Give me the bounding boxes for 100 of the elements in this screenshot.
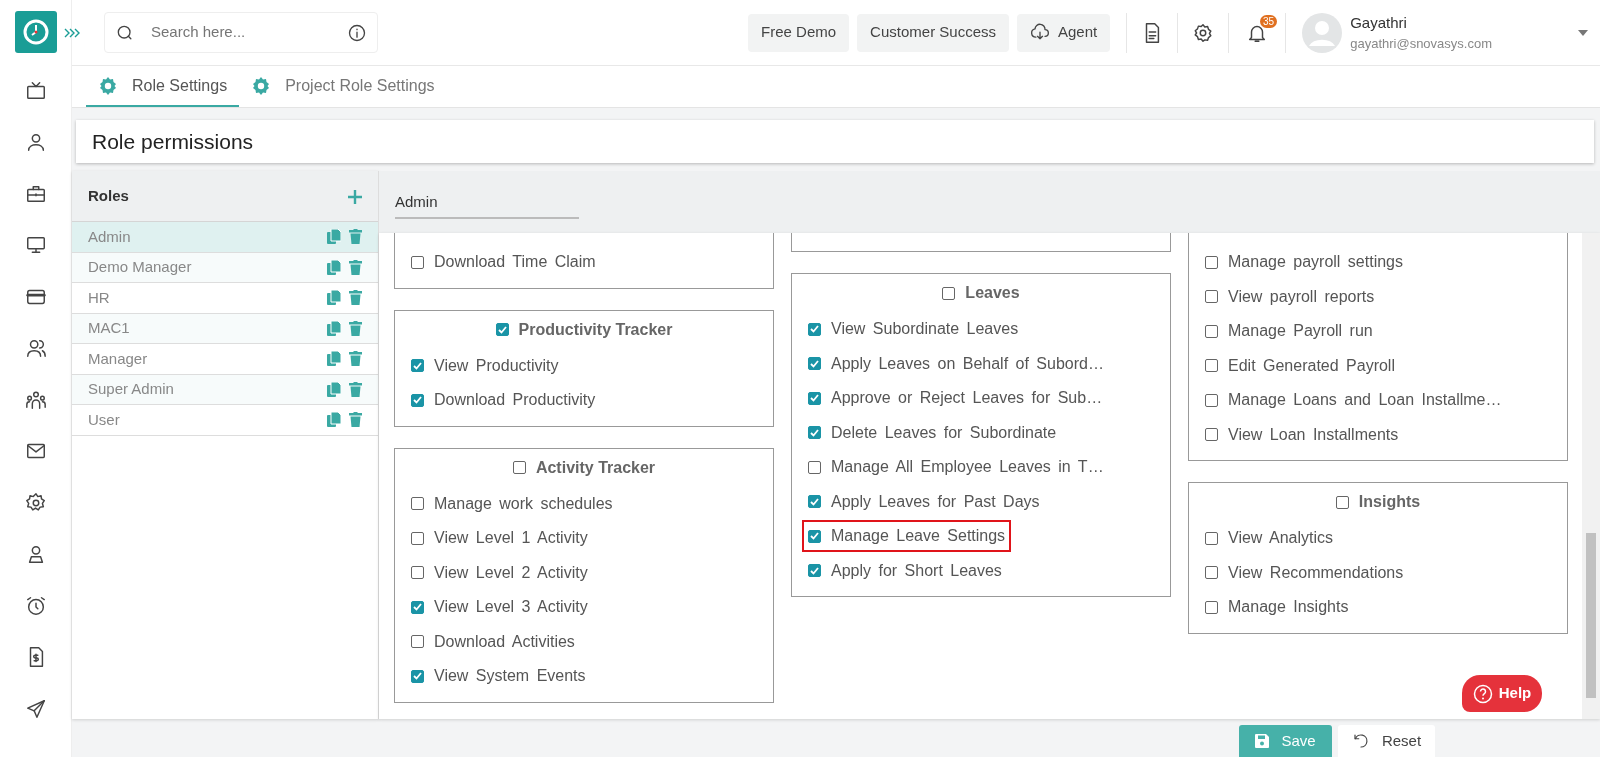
checkbox[interactable]	[1205, 290, 1218, 304]
checkbox[interactable]	[512, 461, 526, 474]
checkbox[interactable]	[1205, 359, 1218, 373]
info-icon[interactable]	[347, 23, 367, 44]
floppy-icon	[1255, 734, 1270, 748]
permission-label: Manage work schedules	[434, 493, 613, 514]
permission-label: View System Events	[434, 666, 586, 687]
group-title: Insights	[1358, 492, 1421, 512]
permission-label: Manage Loans and Loan Installme…	[1228, 390, 1502, 411]
checkbox[interactable]	[808, 564, 821, 578]
send-icon[interactable]	[24, 697, 47, 720]
checkbox[interactable]	[411, 635, 424, 649]
role-row[interactable]: Demo Manager	[72, 252, 378, 283]
checkbox[interactable]	[808, 357, 821, 371]
checkbox[interactable]	[1335, 495, 1349, 509]
checkbox[interactable]	[1205, 566, 1218, 580]
role-row[interactable]: Super Admin	[72, 374, 378, 405]
gear-icon	[251, 75, 272, 96]
permission-label: Manage Leave Settings	[831, 526, 1006, 547]
logo-icon[interactable]	[14, 11, 57, 53]
trash-icon[interactable]	[349, 320, 362, 336]
permission-label: Download Productivity	[434, 390, 596, 411]
trash-icon[interactable]	[349, 290, 362, 306]
reset-button[interactable]: Reset	[1338, 725, 1435, 757]
tv-icon[interactable]	[24, 79, 47, 102]
copy-icon[interactable]	[327, 290, 341, 306]
users-icon[interactable]	[24, 337, 47, 360]
checkbox[interactable]	[808, 391, 821, 405]
permission-label: Manage Insights	[1228, 597, 1349, 618]
permission-label: View Level 1 Activity	[434, 528, 588, 549]
checkbox[interactable]	[411, 531, 424, 545]
panel-title: Roles	[88, 185, 129, 206]
permission-label: Delete Leaves for Subordinate	[831, 422, 1057, 443]
checkbox[interactable]	[1205, 600, 1218, 614]
permission-label: Download Activities	[434, 631, 575, 652]
copy-icon[interactable]	[327, 320, 341, 336]
checkbox[interactable]	[411, 497, 424, 511]
settings-icon[interactable]	[24, 491, 47, 514]
checkbox[interactable]	[411, 566, 424, 580]
trash-icon[interactable]	[349, 412, 362, 428]
permission-label: Manage payroll settings	[1228, 252, 1403, 273]
header-button[interactable]: Free Demo	[748, 13, 850, 52]
checkbox[interactable]	[808, 495, 821, 509]
help-icon	[1472, 683, 1493, 704]
trash-icon[interactable]	[349, 381, 362, 397]
permission-label: View Loan Installments	[1228, 424, 1399, 445]
copy-icon[interactable]	[327, 229, 341, 245]
page-title: Role permissions	[76, 120, 1594, 163]
agent-button[interactable]: Agent	[1017, 13, 1111, 52]
checkbox[interactable]	[1205, 255, 1218, 269]
role-row[interactable]: Manager	[72, 344, 378, 375]
permission-label: View Recommendations	[1228, 562, 1404, 583]
checkbox[interactable]	[942, 286, 956, 300]
caret-icon[interactable]	[1578, 30, 1588, 37]
trash-icon[interactable]	[349, 259, 362, 275]
permission-label: Apply Leaves on Behalf of Subord…	[831, 353, 1104, 374]
checkbox[interactable]	[411, 255, 424, 269]
group-title: Activity Tracker	[535, 457, 656, 478]
permission-label: Edit Generated Payroll	[1228, 355, 1395, 376]
checkbox[interactable]	[1205, 324, 1218, 338]
header-button[interactable]: Customer Success	[857, 13, 1009, 52]
scrollbar-thumb[interactable]	[1586, 533, 1596, 698]
checkbox[interactable]	[808, 460, 821, 474]
checkbox[interactable]	[808, 322, 821, 336]
permission-label: View Analytics	[1228, 528, 1333, 549]
checkbox[interactable]	[411, 393, 424, 407]
checkbox[interactable]	[1205, 531, 1218, 545]
alarm-clock-icon[interactable]	[24, 594, 47, 617]
checkbox[interactable]	[1205, 393, 1218, 407]
expand-icon[interactable]	[64, 28, 80, 39]
permission-label: Manage Payroll run	[1228, 321, 1373, 342]
scrollbar[interactable]	[1582, 233, 1600, 719]
help-button[interactable]: Help	[1462, 675, 1542, 712]
checkbox[interactable]	[411, 669, 424, 683]
role-name-field[interactable]: Admin	[395, 184, 579, 220]
checkbox[interactable]	[1205, 428, 1218, 442]
permission-label: Manage All Employee Leaves in T…	[831, 457, 1104, 478]
checkbox[interactable]	[411, 600, 424, 614]
tab[interactable]: Role Settings	[86, 66, 240, 107]
permission-label: View Level 3 Activity	[434, 597, 588, 618]
permission-label: View Subordinate Leaves	[831, 319, 1019, 340]
role-row[interactable]: Admin	[72, 222, 378, 253]
save-button[interactable]: Save	[1239, 725, 1332, 757]
role-row[interactable]: MAC1	[72, 313, 378, 344]
gear-icon	[98, 75, 118, 96]
copy-icon[interactable]	[327, 351, 341, 367]
tab[interactable]: Project Role Settings	[239, 66, 447, 107]
role-row[interactable]: User	[72, 405, 378, 436]
checkbox[interactable]	[411, 359, 424, 373]
copy-icon[interactable]	[327, 412, 341, 428]
group-title: Leaves	[965, 283, 1020, 303]
copy-icon[interactable]	[327, 259, 341, 275]
checkbox[interactable]	[495, 323, 509, 336]
role-row[interactable]: HR	[72, 283, 378, 314]
trash-icon[interactable]	[349, 351, 362, 367]
copy-icon[interactable]	[327, 381, 341, 397]
checkbox[interactable]	[808, 426, 821, 440]
search-box[interactable]: Search here...	[104, 12, 378, 53]
checkbox[interactable]	[808, 529, 821, 543]
user-name: Gayathri	[1350, 12, 1408, 33]
